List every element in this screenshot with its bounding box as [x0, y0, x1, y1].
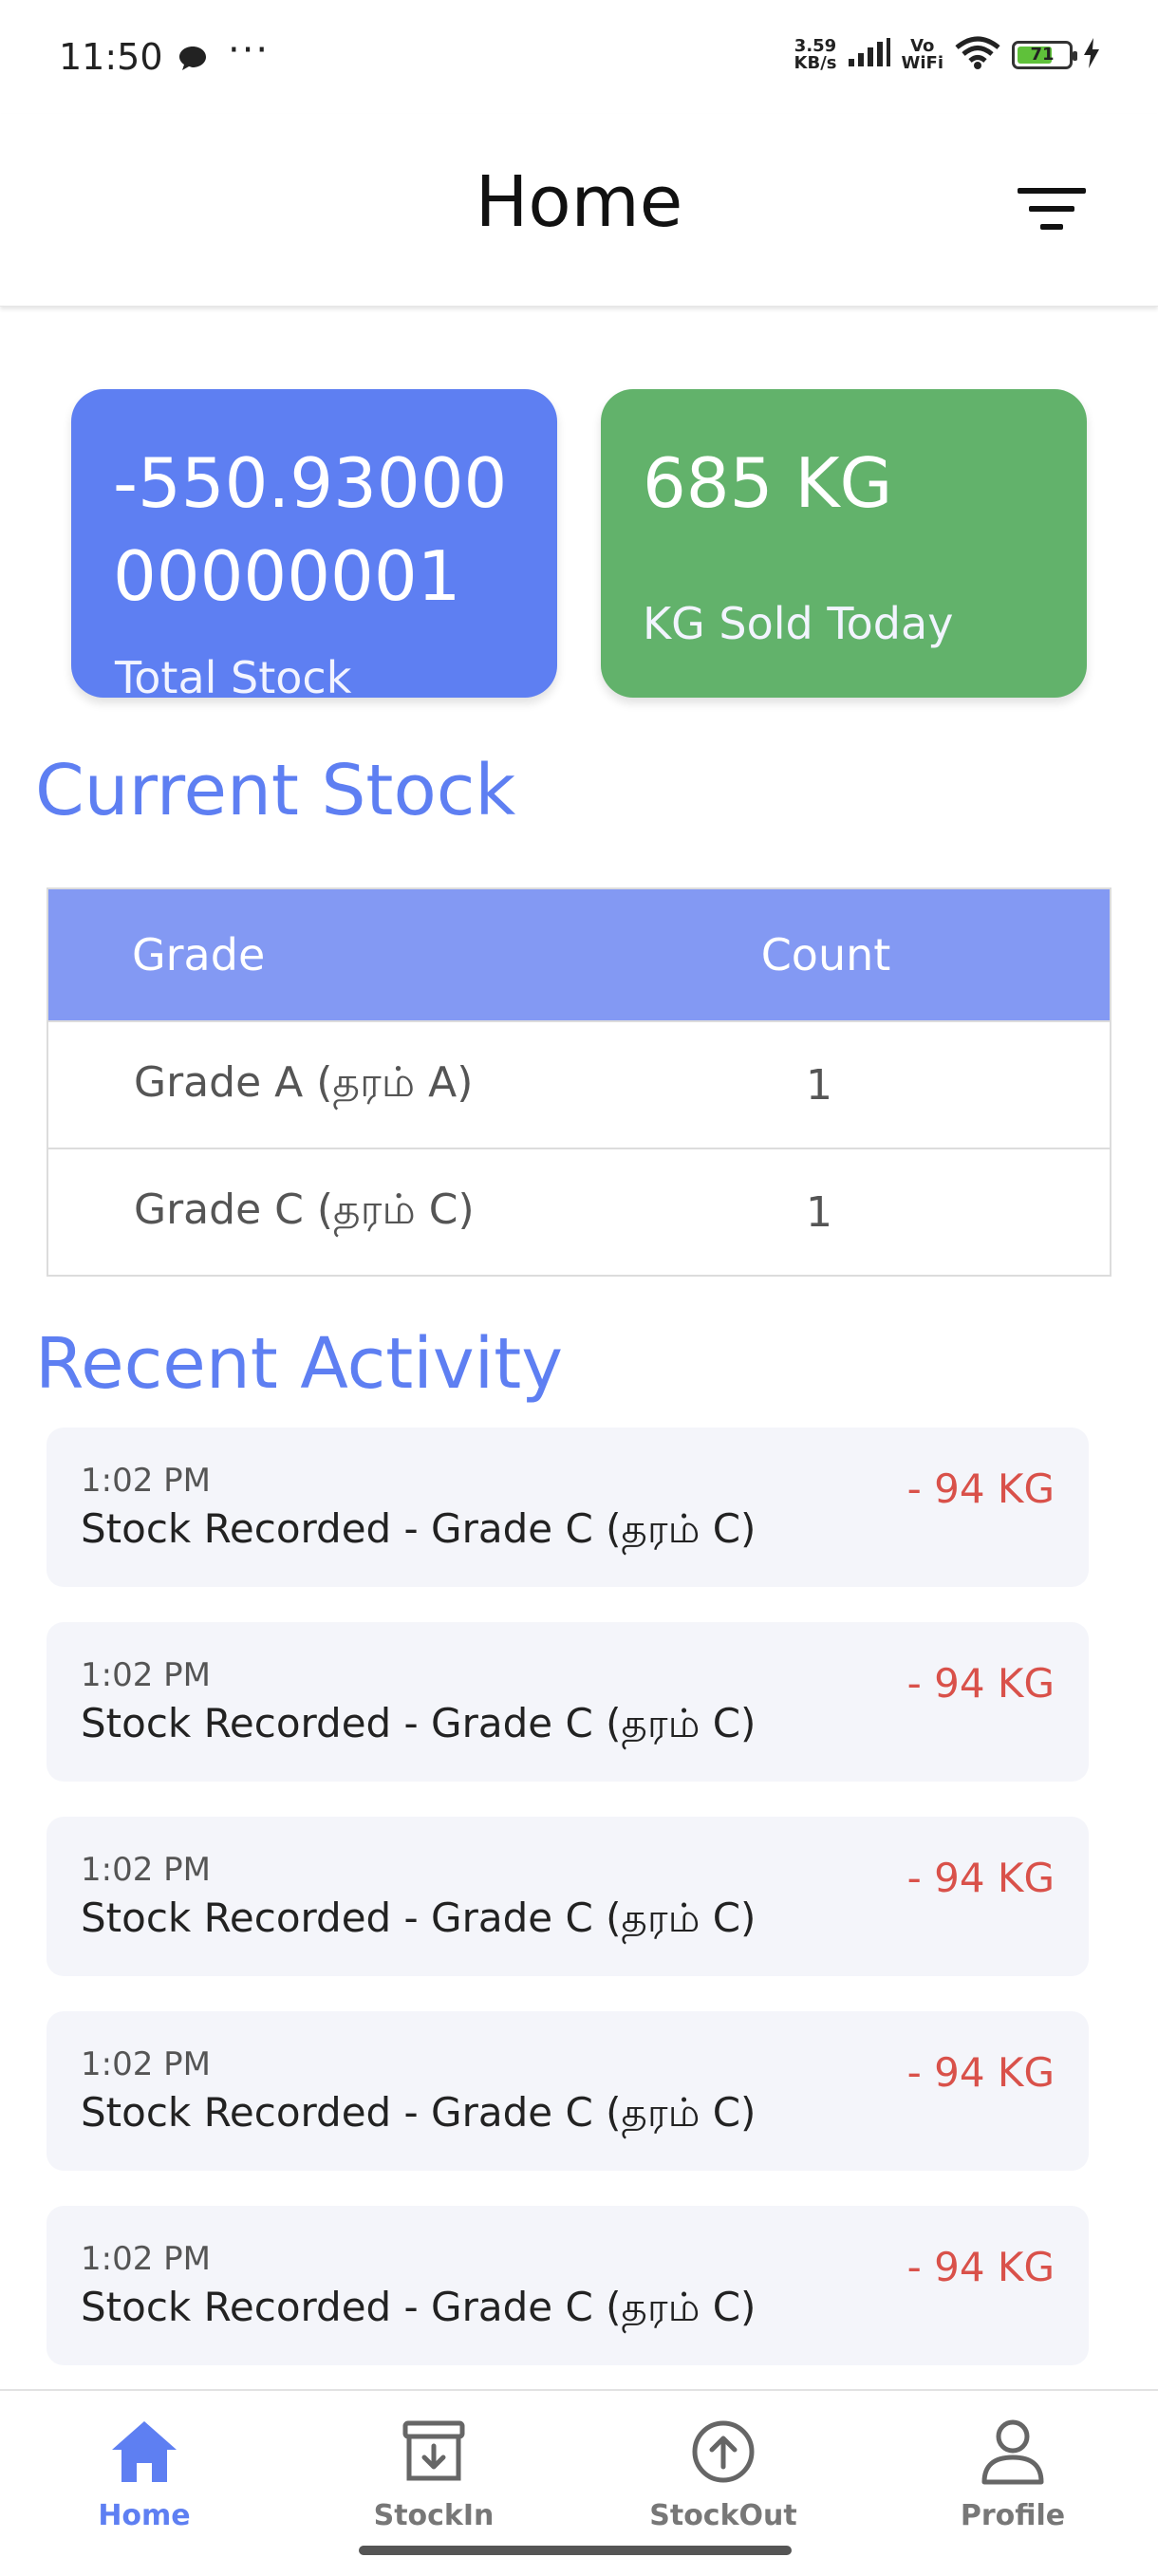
nav-home[interactable]: Home — [49, 2417, 239, 2532]
table-row: Grade A (தரம் A) 1 — [48, 1020, 1110, 1148]
activity-description: Stock Recorded - Grade C (தரம் C) — [81, 1505, 756, 1552]
charging-icon — [1082, 38, 1101, 72]
activity-item[interactable]: 1:02 PM Stock Recorded - Grade C (தரம் C… — [47, 1622, 1089, 1782]
status-indicators: 3.59 KB/s Vo WiFi 71 — [794, 36, 1101, 74]
current-stock-heading: Current Stock — [35, 750, 516, 831]
total-stock-value: -550.9300000000001 — [113, 443, 508, 616]
current-stock-table: Grade Count Grade A (தரம் A) 1 Grade C (… — [47, 887, 1111, 1277]
grade-cell: Grade C (தரம் C) — [134, 1185, 475, 1234]
nav-stockout[interactable]: StockOut — [628, 2417, 818, 2532]
grade-cell: Grade A (தரம் A) — [134, 1057, 474, 1107]
status-bar: 11:50 ··· 3.59 KB/s Vo WiFi 71 — [0, 0, 1158, 114]
count-cell: 1 — [806, 1060, 832, 1110]
wifi-icon — [953, 36, 1002, 74]
count-cell: 1 — [806, 1187, 832, 1237]
nav-stockin[interactable]: StockIn — [339, 2417, 529, 2532]
more-notifications-icon: ··· — [228, 28, 271, 72]
nav-home-label: Home — [98, 2499, 191, 2532]
total-stock-card: -550.9300000000001 Total Stock — [71, 389, 557, 698]
nav-profile[interactable]: Profile — [918, 2417, 1108, 2532]
user-icon — [918, 2417, 1108, 2486]
network-speed: 3.59 KB/s — [794, 36, 837, 73]
table-row: Grade C (தரம் C) 1 — [48, 1148, 1110, 1275]
nav-stockin-label: StockIn — [373, 2499, 495, 2532]
archive-down-icon — [339, 2417, 529, 2486]
activity-time: 1:02 PM — [81, 1656, 211, 1694]
activity-item[interactable]: 1:02 PM Stock Recorded - Grade C (தரம் C… — [47, 2011, 1089, 2171]
activity-amount: - 94 KG — [906, 1660, 1055, 1707]
gesture-home-indicator[interactable] — [359, 2546, 792, 2555]
activity-description: Stock Recorded - Grade C (தரம் C) — [81, 1700, 756, 1746]
recent-activity-heading: Recent Activity — [35, 1323, 564, 1405]
activity-description: Stock Recorded - Grade C (தரம் C) — [81, 1895, 756, 1941]
activity-item[interactable]: 1:02 PM Stock Recorded - Grade C (தரம் C… — [47, 1817, 1089, 1976]
kg-sold-today-value: 685 KG — [643, 443, 893, 523]
arrow-up-circle-icon — [628, 2417, 818, 2486]
column-header-count: Count — [760, 929, 891, 980]
status-time: 11:50 — [59, 36, 163, 78]
nav-stockout-label: StockOut — [649, 2499, 797, 2532]
table-header: Grade Count — [48, 889, 1110, 1020]
activity-amount: - 94 KG — [906, 2244, 1055, 2290]
activity-item[interactable]: 1:02 PM Stock Recorded - Grade C (தரம் C… — [47, 1428, 1089, 1587]
activity-amount: - 94 KG — [906, 1855, 1055, 1901]
app-header: Home — [0, 114, 1158, 307]
activity-amount: - 94 KG — [906, 2049, 1055, 2096]
home-icon — [49, 2417, 239, 2486]
filter-icon[interactable] — [1016, 182, 1088, 239]
activity-description: Stock Recorded - Grade C (தரம் C) — [81, 2089, 756, 2136]
activity-time: 1:02 PM — [81, 2240, 211, 2278]
activity-amount: - 94 KG — [906, 1465, 1055, 1512]
column-header-grade: Grade — [132, 929, 266, 980]
nav-profile-label: Profile — [960, 2499, 1066, 2532]
activity-time: 1:02 PM — [81, 2045, 211, 2083]
signal-icon — [847, 38, 892, 72]
vowifi-indicator: Vo WiFi — [901, 36, 944, 73]
kg-sold-today-label: KG Sold Today — [643, 598, 954, 649]
battery-icon: 71 — [1012, 41, 1077, 69]
activity-time: 1:02 PM — [81, 1851, 211, 1889]
total-stock-label: Total Stock — [115, 652, 352, 698]
page-title: Home — [475, 161, 683, 243]
activity-time: 1:02 PM — [81, 1462, 211, 1500]
activity-item[interactable]: 1:02 PM Stock Recorded - Grade C (தரம் C… — [47, 2206, 1089, 2365]
activity-description: Stock Recorded - Grade C (தரம் C) — [81, 2284, 756, 2330]
chat-notification-icon — [177, 44, 209, 78]
kg-sold-today-card: 685 KG KG Sold Today — [601, 389, 1087, 698]
